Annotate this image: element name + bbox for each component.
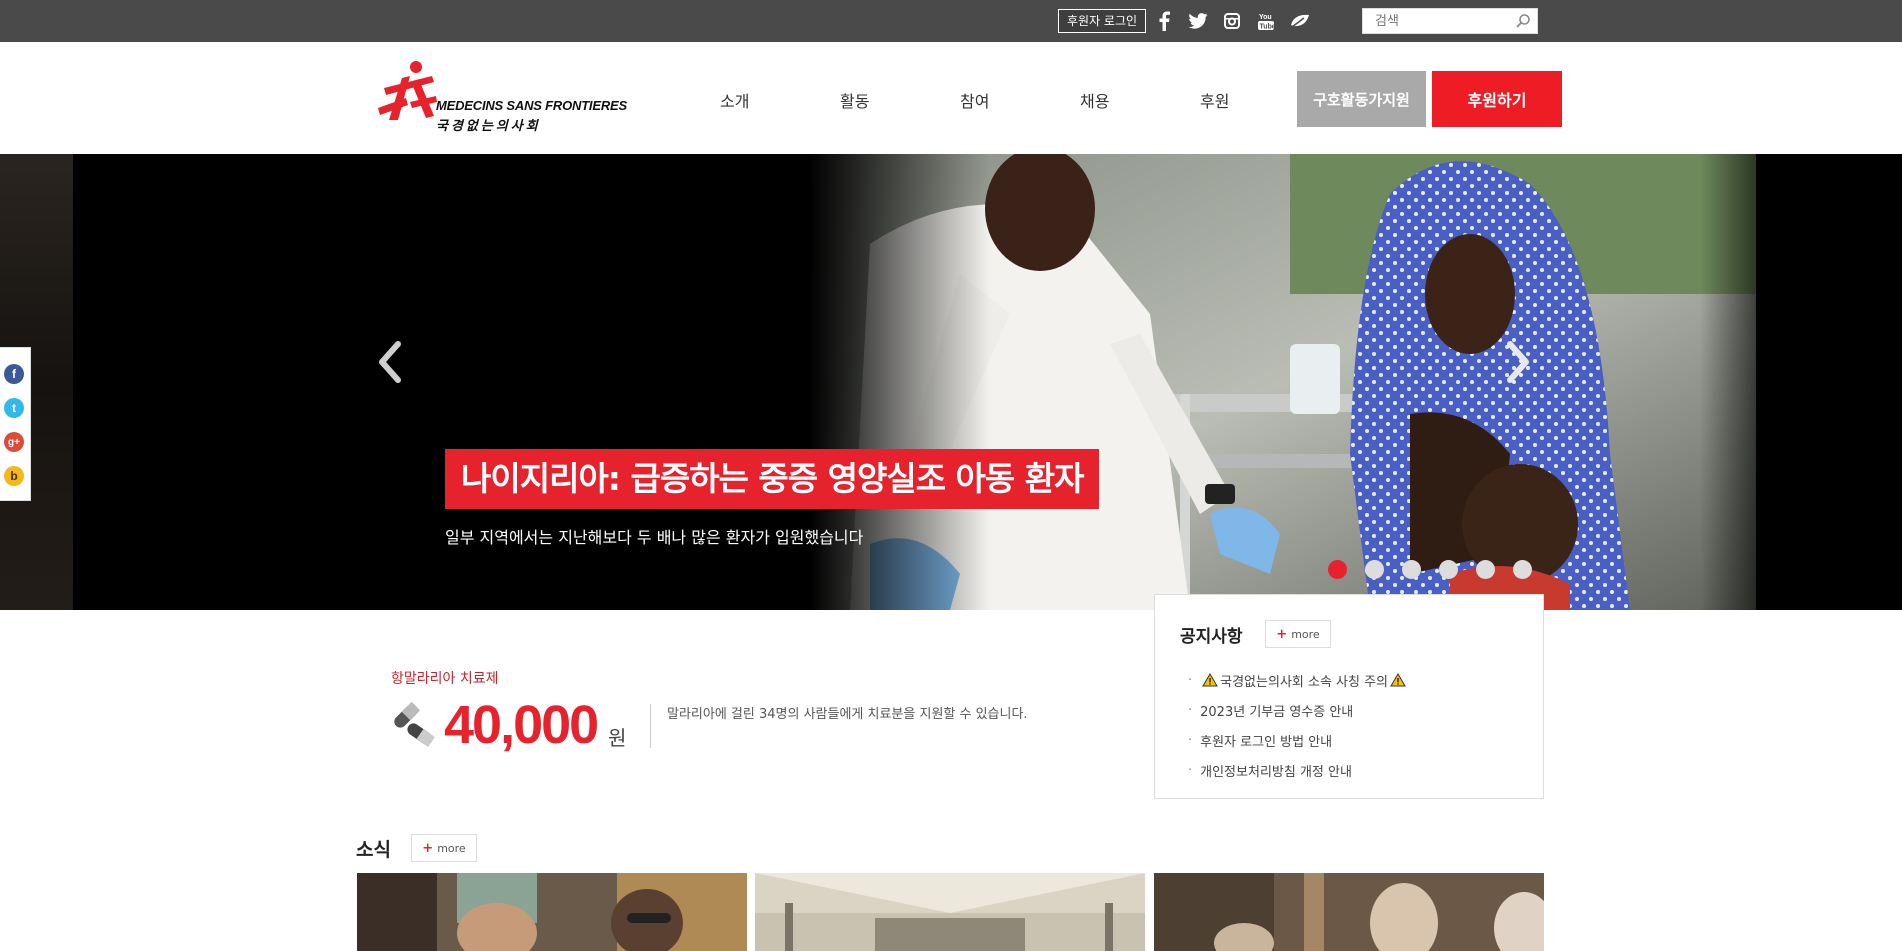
instagram-icon[interactable] bbox=[1220, 9, 1244, 33]
bullet: · bbox=[1188, 732, 1193, 748]
site-header: MEDECINS SANS FRONTIERES 국경없는의사회 소개 활동 참… bbox=[0, 42, 1902, 154]
twitter-icon[interactable] bbox=[1186, 9, 1210, 33]
notice-item[interactable]: · 2023년 기부금 영수증 안내 bbox=[1188, 695, 1408, 725]
msf-logo[interactable]: MEDECINS SANS FRONTIERES 국경없는의사회 bbox=[376, 58, 627, 136]
top-utility-bar: 후원자 로그인 You Tube bbox=[0, 0, 1902, 42]
share-twitter-icon[interactable]: t bbox=[4, 398, 24, 418]
search-box bbox=[1362, 8, 1538, 34]
bullet: · bbox=[1188, 702, 1193, 718]
hero-photo-fade-right bbox=[1700, 154, 1756, 610]
slider-prev-arrow[interactable] bbox=[370, 332, 410, 392]
search-icon[interactable] bbox=[1515, 13, 1531, 33]
slider-next-arrow[interactable] bbox=[1498, 332, 1538, 392]
news-card[interactable] bbox=[357, 873, 747, 951]
notice-item[interactable]: · 국경없는의사회 소속 사칭 주의 bbox=[1188, 665, 1408, 695]
msf-running-man-icon bbox=[378, 61, 437, 120]
svg-text:You: You bbox=[1259, 14, 1272, 21]
facebook-icon[interactable] bbox=[1152, 9, 1176, 33]
donor-login-button[interactable]: 후원자 로그인 bbox=[1058, 9, 1147, 33]
more-label: more bbox=[437, 841, 466, 855]
slider-dot[interactable] bbox=[1513, 560, 1532, 579]
relief-worker-apply-button[interactable]: 구호활동가지원 bbox=[1297, 71, 1426, 127]
donation-description: 말라리아에 걸린 34명의 사람들에게 치료분을 지원할 수 있습니다. bbox=[667, 707, 1028, 722]
slider-dot[interactable] bbox=[1439, 560, 1458, 579]
notice-item-text: 2023년 기부금 영수증 안내 bbox=[1200, 704, 1354, 720]
hero-slider: 나이지리아: 급증하는 중증 영양실조 아동 환자 일부 지역에서는 지난해보다… bbox=[0, 154, 1902, 610]
news-section-title: 소식 bbox=[356, 839, 391, 861]
notice-item[interactable]: · 개인정보처리방침 개정 안내 bbox=[1188, 755, 1408, 785]
news-card-image bbox=[755, 873, 1145, 951]
notice-item-text: 국경없는의사회 소속 사칭 주의 bbox=[1220, 674, 1389, 690]
share-kakao-icon[interactable]: b bbox=[4, 466, 24, 486]
news-card-image bbox=[357, 873, 747, 951]
bullet: · bbox=[1188, 672, 1193, 688]
news-card-image bbox=[1154, 873, 1544, 951]
bullet: · bbox=[1188, 762, 1193, 778]
notice-item-text: 개인정보처리방침 개정 안내 bbox=[1200, 764, 1352, 780]
leaf-icon[interactable] bbox=[1288, 9, 1312, 33]
slider-dot[interactable] bbox=[1402, 560, 1421, 579]
search-input[interactable] bbox=[1363, 9, 1503, 33]
news-card[interactable] bbox=[755, 873, 1145, 951]
warning-icon bbox=[1202, 673, 1219, 687]
floating-share-bar: f t g+ b bbox=[0, 347, 31, 501]
more-label: more bbox=[1291, 627, 1320, 641]
notice-more-button[interactable]: + more bbox=[1265, 620, 1331, 648]
notice-list: · 국경없는의사회 소속 사칭 주의 · 2023년 기부금 영수증 안내 · … bbox=[1188, 665, 1408, 785]
plus-icon: + bbox=[1276, 626, 1288, 642]
nav-recruit[interactable]: 채용 bbox=[1080, 88, 1109, 112]
notice-item-text: 후원자 로그인 방법 안내 bbox=[1200, 734, 1333, 750]
youtube-icon[interactable]: You Tube bbox=[1254, 9, 1278, 33]
share-google-plus-icon[interactable]: g+ bbox=[4, 432, 24, 452]
slider-dot[interactable] bbox=[1365, 560, 1384, 579]
slider-dot[interactable] bbox=[1328, 560, 1347, 579]
slider-pagination bbox=[1328, 560, 1532, 579]
news-card[interactable] bbox=[1154, 873, 1544, 951]
donation-amount: 40,000 bbox=[444, 695, 599, 755]
donate-button[interactable]: 후원하기 bbox=[1432, 71, 1562, 127]
news-more-button[interactable]: + more bbox=[411, 834, 477, 862]
pills-icon bbox=[394, 701, 435, 747]
warning-icon bbox=[1390, 673, 1406, 687]
hero-subtitle: 일부 지역에서는 지난해보다 두 배나 많은 환자가 입원했습니다 bbox=[445, 528, 864, 547]
hero-right-margin bbox=[1756, 154, 1902, 610]
nav-activities[interactable]: 활동 bbox=[840, 88, 869, 112]
nav-support[interactable]: 후원 bbox=[1200, 88, 1229, 112]
nav-about[interactable]: 소개 bbox=[720, 88, 749, 112]
logo-english-text: MEDECINS SANS FRONTIERES bbox=[436, 98, 627, 113]
notice-item[interactable]: · 후원자 로그인 방법 안내 bbox=[1188, 725, 1408, 755]
donation-item-label: 항말라리아 치료제 bbox=[391, 671, 499, 687]
hero-headline[interactable]: 나이지리아: 급증하는 중증 영양실조 아동 환자 bbox=[445, 449, 1100, 509]
notice-title: 공지사항 bbox=[1180, 627, 1243, 647]
share-facebook-icon[interactable]: f bbox=[4, 364, 24, 384]
slider-dot[interactable] bbox=[1476, 560, 1495, 579]
nav-participate[interactable]: 참여 bbox=[960, 88, 989, 112]
plus-icon: + bbox=[422, 840, 434, 856]
divider bbox=[650, 704, 651, 748]
logo-korean-text: 국경없는의사회 bbox=[436, 119, 541, 134]
notice-box: 공지사항 + more · 국경없는의사회 소속 사칭 주의 · 2023년 기… bbox=[1154, 594, 1544, 799]
svg-text:Tube: Tube bbox=[1260, 24, 1275, 31]
donation-currency-unit: 원 bbox=[608, 726, 627, 750]
